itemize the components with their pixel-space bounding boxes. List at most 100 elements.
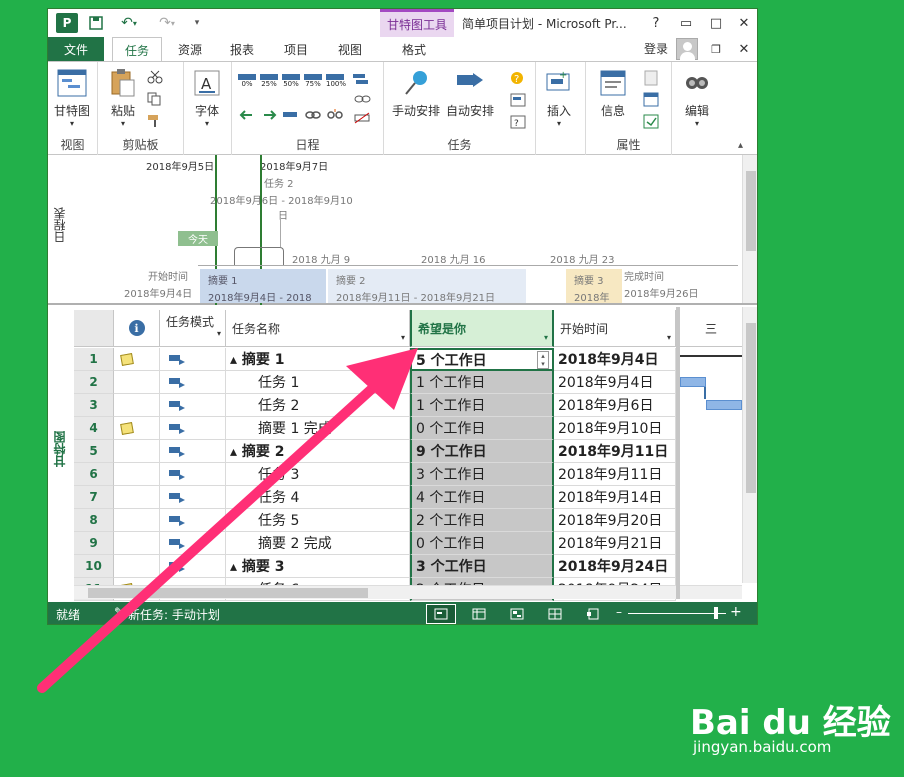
duration-spinner[interactable]: ▴ ▾ [537,351,549,369]
start-cell[interactable]: 2018年9月24日 [554,555,676,578]
task-name-cell[interactable]: 摘要 2 完成 [226,532,410,555]
row-number[interactable]: 4 [74,417,114,440]
tab-file[interactable]: 文件 [48,37,104,62]
tab-format[interactable]: 格式 [388,37,440,62]
header-duration-renamed[interactable]: 希望是你 ▾ [410,310,554,347]
inactivate-icon[interactable] [352,112,374,126]
task-mode-cell[interactable] [160,555,226,578]
percent-100-button[interactable]: 100% [326,74,346,88]
task-name-cell[interactable]: 任务 5 [226,509,410,532]
cut-icon[interactable] [146,70,164,84]
link-tasks-icon[interactable] [304,108,322,122]
task-mode-cell[interactable] [160,417,226,440]
save-icon[interactable] [86,13,106,33]
task-name-cell[interactable]: 摘要 1 完成 [226,417,410,440]
task-mode-cell[interactable] [160,371,226,394]
paste-button[interactable]: 粘贴 ▾ [108,68,138,128]
timeline-summary-2[interactable]: 摘要 2 2018年9月11日 - 2018年9月21日 [328,269,526,304]
task-name-cell[interactable]: ▴ 摘要 2 [226,440,410,463]
insert-button[interactable]: + 插入 ▾ [544,68,574,128]
help-button[interactable]: ? [644,13,668,33]
gantt-task2-bar[interactable] [706,400,742,410]
undo-icon[interactable]: ↶ ▾ [114,13,144,33]
task-mode-cell[interactable] [160,532,226,555]
start-cell[interactable]: 2018年9月4日 [554,348,676,371]
zoom-slider-track[interactable] [628,613,726,614]
grid-vertical-scrollbar[interactable] [742,307,757,583]
start-cell[interactable]: 2018年9月6日 [554,394,676,417]
tab-task[interactable]: 任务 [112,37,162,62]
start-cell[interactable]: 2018年9月11日 [554,440,676,463]
copy-icon[interactable] [146,92,164,106]
header-indicators[interactable]: ℹ [114,310,160,347]
timeline-summary-3[interactable]: 摘要 3 2018年 [566,269,622,304]
restore-ribbon-button[interactable]: ❐ [704,39,728,59]
add-to-timeline-icon[interactable] [642,114,662,130]
unlink-tasks-icon[interactable] [326,108,344,122]
start-cell[interactable]: 2018年9月10日 [554,417,676,440]
timeline-summary-1[interactable]: 摘要 1 2018年9月4日 - 2018 [200,269,326,304]
move-icon[interactable] [510,92,530,108]
duration-cell[interactable]: 2 个工作日 [410,509,554,532]
gantt-task1-bar[interactable] [680,377,706,387]
row-number[interactable]: 2 [74,371,114,394]
gantt-view-shortcut[interactable] [426,604,456,624]
task-name-cell[interactable]: 任务 2 [226,394,410,417]
indent-icon[interactable] [260,108,278,122]
duration-cell[interactable]: 4 个工作日 [410,486,554,509]
team-planner-shortcut[interactable] [502,604,532,624]
start-cell[interactable]: 2018年9月11日 [554,463,676,486]
collapse-ribbon-icon[interactable]: ▴ [738,140,743,151]
header-task-mode[interactable]: 任务模式 ▾ [160,310,226,347]
duration-cell[interactable]: 0 个工作日 [410,417,554,440]
start-cell[interactable]: 2018年9月21日 [554,532,676,555]
task-name-cell[interactable]: 任务 4 [226,486,410,509]
task-mode-cell[interactable] [160,463,226,486]
row-number[interactable]: 5 [74,440,114,463]
report-shortcut[interactable] [578,604,608,624]
task-usage-shortcut[interactable] [464,604,494,624]
zoom-out-button[interactable]: – [616,605,622,619]
start-cell[interactable]: 2018年9月20日 [554,509,676,532]
duration-cell[interactable]: 0 个工作日 [410,532,554,555]
mode-icon[interactable]: ? [510,114,530,130]
tab-view[interactable]: 视图 [330,37,370,62]
duration-cell[interactable]: 1 个工作日 [410,394,554,417]
header-start[interactable]: 开始时间 ▾ [554,310,676,347]
row-number[interactable]: 6 [74,463,114,486]
tab-project[interactable]: 项目 [276,37,316,62]
percent-25-button[interactable]: 25% [260,74,278,88]
percent-50-button[interactable]: 50% [282,74,300,88]
customize-qat-icon[interactable]: ▾ [190,13,204,33]
editing-button[interactable]: 编辑 ▾ [682,68,712,128]
note-icon[interactable] [119,421,134,435]
manually-schedule-button[interactable]: 手动安排 [392,68,440,119]
move-task-icon[interactable] [282,108,300,122]
task-mode-cell[interactable] [160,394,226,417]
ribbon-display-button[interactable]: ▭ [674,13,698,33]
task-name-cell[interactable]: ▴ 摘要 3 [226,555,410,578]
split-bar[interactable] [676,307,680,599]
close-button[interactable]: ✕ [732,13,756,33]
gantt-summary-bar[interactable] [680,355,742,357]
row-number[interactable]: 8 [74,509,114,532]
duration-cell[interactable]: 5 个工作日 ▴ ▾ [410,348,554,371]
row-number[interactable]: 7 [74,486,114,509]
duration-cell[interactable]: 3 个工作日 [410,555,554,578]
format-painter-icon[interactable] [146,114,164,128]
task-mode-cell[interactable] [160,486,226,509]
font-button[interactable]: A 字体 ▾ [192,68,222,128]
row-number[interactable]: 1 [74,348,114,371]
task-mode-cell[interactable] [160,509,226,532]
information-button[interactable]: 信息 [598,68,628,119]
resource-sheet-shortcut[interactable] [540,604,570,624]
mark-on-track-icon[interactable] [352,72,374,86]
task-name-cell[interactable]: ▴ 摘要 1 [226,348,410,371]
outdent-icon[interactable] [238,108,256,122]
grid-horizontal-scrollbar[interactable] [74,585,676,599]
percent-0-button[interactable]: 0% [238,74,256,88]
details-icon[interactable] [642,92,662,108]
pin-icon[interactable]: ✎ [114,605,124,619]
grid-scroll-thumb[interactable] [746,323,756,493]
new-tasks-mode[interactable]: 新任务: 手动计划 [128,606,220,623]
